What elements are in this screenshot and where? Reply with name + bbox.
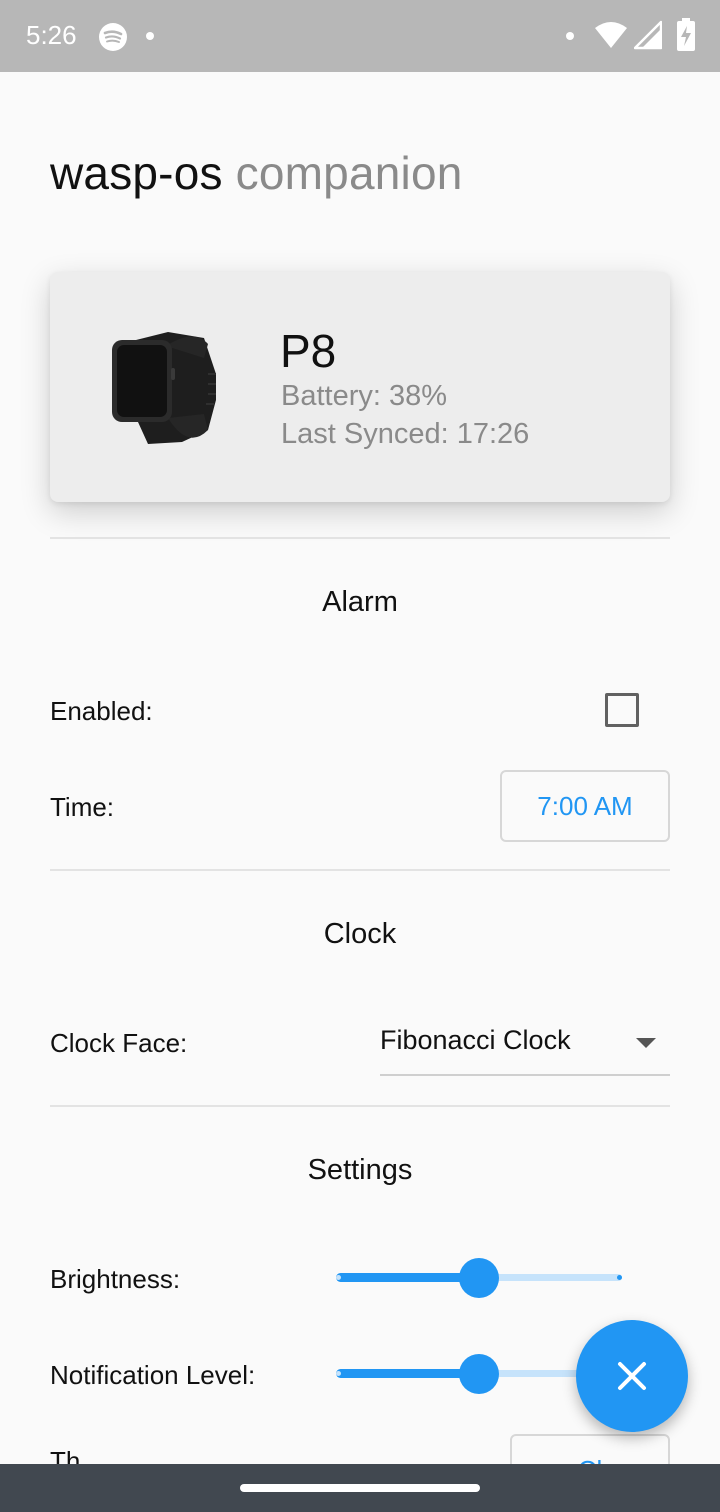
brightness-slider[interactable] xyxy=(336,1256,622,1300)
device-last-synced: Last Synced: 17:26 xyxy=(281,418,530,450)
slider-track-fill xyxy=(336,1369,479,1378)
battery-charging-icon xyxy=(677,18,695,51)
status-bar: 5:26 xyxy=(0,0,720,72)
spotify-icon xyxy=(99,23,127,51)
alarm-heading: Alarm xyxy=(322,586,398,618)
divider xyxy=(50,1105,670,1107)
alarm-enabled-label: Enabled: xyxy=(50,696,153,726)
status-time: 5:26 xyxy=(26,20,77,50)
slider-thumb[interactable] xyxy=(459,1354,499,1394)
chevron-down-icon xyxy=(636,1038,656,1048)
clock-face-label: Clock Face: xyxy=(50,1028,188,1058)
clock-face-value: Fibonacci Clock xyxy=(380,1025,571,1055)
device-card[interactable]: P8 Battery: 38% Last Synced: 17:26 xyxy=(50,272,670,502)
alarm-enabled-checkbox[interactable] xyxy=(605,693,639,727)
wifi-icon xyxy=(595,22,627,48)
alarm-time-button[interactable]: 7:00 AM xyxy=(500,770,670,842)
device-battery: Battery: 38% xyxy=(281,380,448,412)
slider-track-fill xyxy=(336,1273,479,1282)
page-title: wasp-os companion xyxy=(50,146,463,200)
home-gesture-handle[interactable] xyxy=(240,1484,480,1492)
slider-tick xyxy=(336,1371,341,1376)
close-icon xyxy=(618,1362,646,1390)
slider-thumb[interactable] xyxy=(459,1258,499,1298)
device-name: P8 xyxy=(280,325,337,377)
clock-heading: Clock xyxy=(323,918,397,950)
navigation-bar xyxy=(0,1464,720,1512)
notification-dot-icon xyxy=(566,32,574,40)
notification-dot-icon xyxy=(146,32,154,40)
notification-level-label: Notification Level: xyxy=(50,1360,256,1390)
alarm-time-label: Time: xyxy=(50,792,115,822)
settings-heading: Settings xyxy=(307,1154,413,1186)
title-primary: wasp-os xyxy=(50,147,223,199)
clock-face-dropdown[interactable]: Fibonacci Clock xyxy=(380,1020,670,1076)
title-secondary: companion xyxy=(235,147,463,199)
disconnect-fab-button[interactable] xyxy=(576,1320,688,1432)
brightness-label: Brightness: xyxy=(50,1264,181,1294)
slider-tick xyxy=(617,1275,622,1280)
divider xyxy=(50,537,670,539)
slider-tick xyxy=(336,1275,341,1280)
signal-icon xyxy=(634,20,662,50)
divider xyxy=(50,869,670,871)
smartwatch-image xyxy=(112,332,216,444)
